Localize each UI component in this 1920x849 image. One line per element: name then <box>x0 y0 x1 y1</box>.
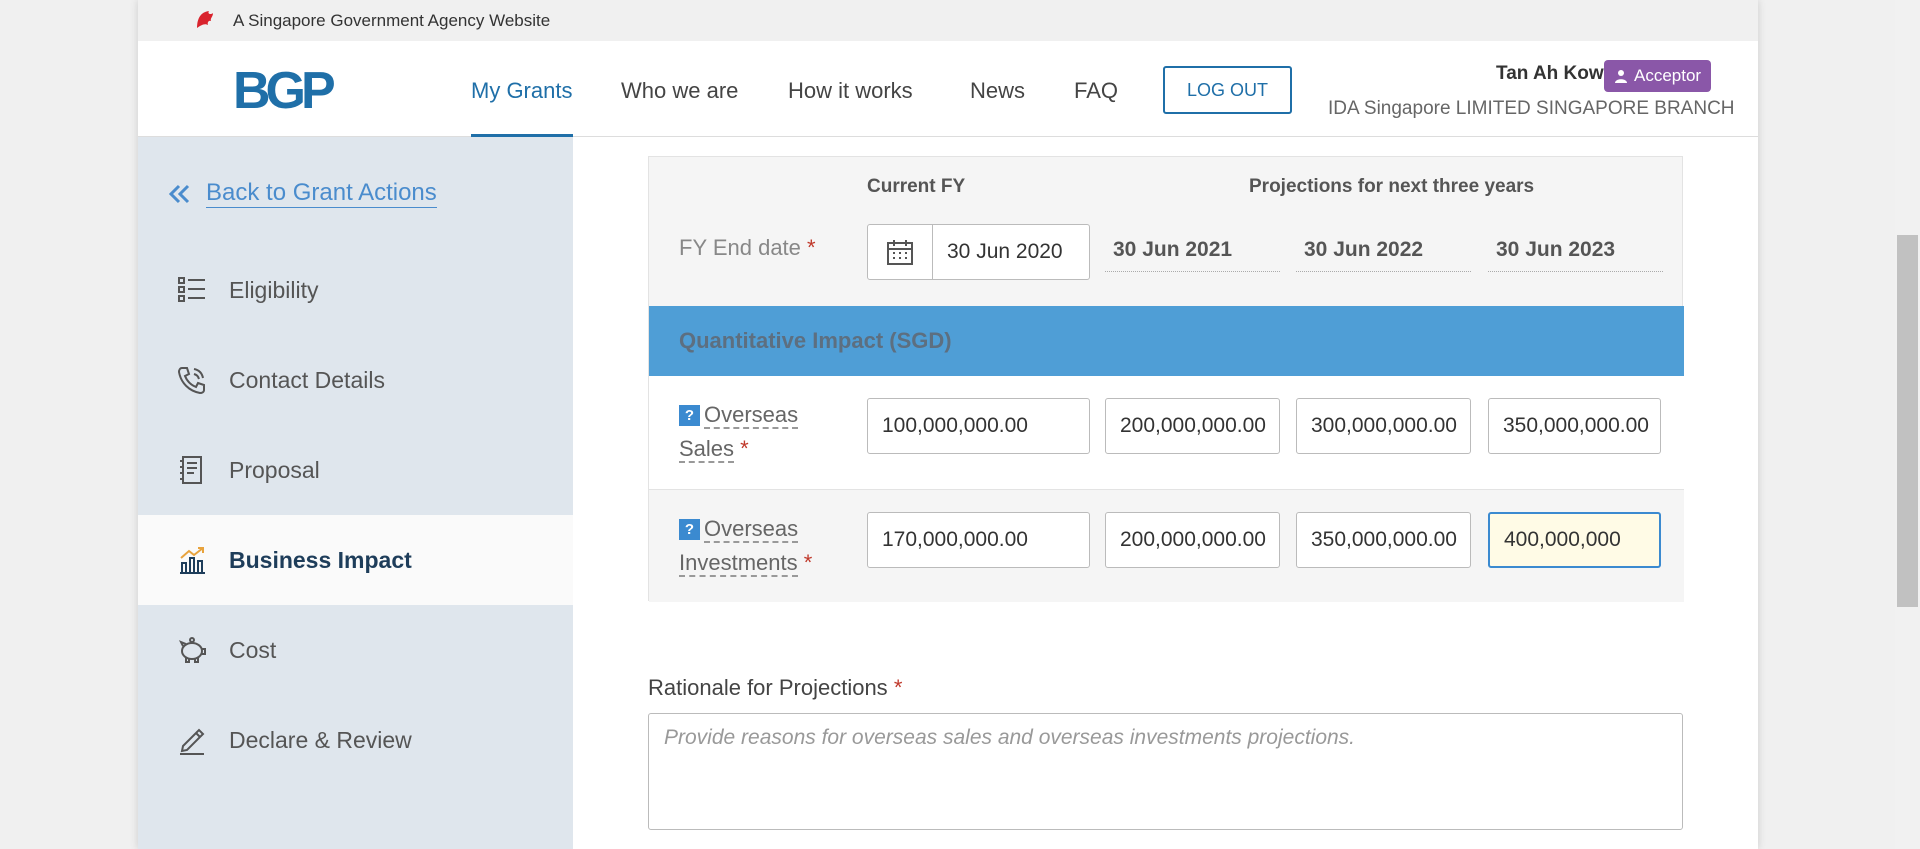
help-icon[interactable]: ? <box>679 405 700 426</box>
sidebar-item-label: Cost <box>229 636 277 663</box>
bgp-logo[interactable]: BGP <box>233 61 336 121</box>
sidebar-item-cost[interactable]: Cost <box>138 605 573 695</box>
fy-end-date-label: FY End date * <box>679 235 816 261</box>
role-label: Acceptor <box>1634 66 1702 85</box>
fy-end-date-picker[interactable]: 30 Jun 2020 <box>867 224 1090 280</box>
government-agency-text: A Singapore Government Agency Website <box>233 11 551 30</box>
fy-end-date-text: FY End date <box>679 235 801 260</box>
sidebar-item-contact-details[interactable]: Contact Details <box>138 335 573 425</box>
overseas-investments-current-fy-input[interactable]: 170,000,000.00 <box>867 512 1090 568</box>
overseas-sales-year-3-input[interactable]: 350,000,000.00 <box>1488 398 1661 454</box>
list-icon <box>176 274 208 306</box>
required-mark: * <box>803 550 813 575</box>
overseas-investments-year-2-input[interactable]: 350,000,000.00 <box>1296 512 1471 568</box>
double-chevron-left-icon <box>168 184 190 203</box>
required-mark: * <box>893 675 903 700</box>
row-label-line1: Overseas <box>704 402 799 429</box>
rationale-label: Rationale for Projections * <box>648 675 902 701</box>
overseas-sales-year-2-input[interactable]: 300,000,000.00 <box>1296 398 1471 454</box>
quantitative-impact-header: Quantitative Impact (SGD) <box>649 306 1684 376</box>
calendar-icon[interactable] <box>868 225 933 279</box>
required-mark: * <box>740 436 749 461</box>
sidebar-item-label: Declare & Review <box>229 726 412 753</box>
nav-faq[interactable]: FAQ <box>1074 78 1118 104</box>
rationale-label-text: Rationale for Projections <box>648 675 888 700</box>
scrollbar-thumb[interactable] <box>1897 235 1918 607</box>
overseas-investments-row: ? Overseas Investments * 170,000,000.00 2… <box>649 489 1684 602</box>
lion-head-icon <box>197 11 213 28</box>
business-impact-form: Current FY Projections for next three ye… <box>648 137 1684 849</box>
overseas-investments-year-3-input[interactable]: 400,000,000 <box>1488 512 1661 568</box>
sidebar-item-declare-review[interactable]: Declare & Review <box>138 695 573 785</box>
sidebar-item-business-impact[interactable]: Business Impact <box>138 515 573 605</box>
nav-who-we-are[interactable]: Who we are <box>621 78 738 104</box>
overseas-investments-label: ? Overseas Investments * <box>679 512 819 580</box>
row-label-line1: Overseas <box>704 516 799 543</box>
pen-icon <box>176 724 208 756</box>
piggy-bank-icon <box>176 634 208 666</box>
user-icon <box>1615 70 1627 83</box>
help-icon[interactable]: ? <box>679 519 700 540</box>
back-to-grant-actions-link[interactable]: Back to Grant Actions <box>168 179 437 208</box>
page: A Singapore Government Agency Website BG… <box>138 0 1758 849</box>
sidebar-item-label: Proposal <box>229 456 320 483</box>
nav-how-it-works[interactable]: How it works <box>788 78 913 104</box>
required-mark: * <box>807 235 816 260</box>
row-label-line2: Sales <box>679 436 735 463</box>
logout-button[interactable]: LOG OUT <box>1163 66 1292 114</box>
sidebar-item-proposal[interactable]: Proposal <box>138 425 573 515</box>
role-badge: Acceptor <box>1604 60 1712 92</box>
document-icon <box>176 454 208 486</box>
row-label-line2: Investments <box>679 550 798 577</box>
current-fy-header: Current FY <box>867 176 966 197</box>
phone-icon <box>176 364 208 396</box>
back-link-label: Back to Grant Actions <box>206 179 437 208</box>
government-masthead: A Singapore Government Agency Website <box>138 0 1758 41</box>
sidebar-item-eligibility[interactable]: Eligibility <box>138 245 573 335</box>
overseas-sales-label: ? Overseas Sales * <box>679 398 819 466</box>
current-fy-date-value: 30 Jun 2020 <box>947 240 1063 263</box>
sidebar: Back to Grant Actions Eligibility Contac… <box>138 137 573 849</box>
organisation-name: IDA Singapore LIMITED SINGAPORE BRANCH <box>1328 98 1735 119</box>
chart-icon <box>176 544 208 576</box>
projections-header: Projections for next three years <box>1249 176 1535 197</box>
overseas-sales-row: ? Overseas Sales * 100,000,000.00 200,000… <box>649 376 1684 489</box>
projection-date-year-2: 30 Jun 2022 <box>1296 238 1471 272</box>
user-name: Tan Ah Kow <box>1496 63 1604 84</box>
rationale-textarea[interactable]: Provide reasons for overseas sales and o… <box>648 713 1683 830</box>
sidebar-item-label: Eligibility <box>229 276 319 303</box>
overseas-sales-current-fy-input[interactable]: 100,000,000.00 <box>867 398 1090 454</box>
overseas-sales-year-1-input[interactable]: 200,000,000.00 <box>1105 398 1280 454</box>
overseas-investments-year-1-input[interactable]: 200,000,000.00 <box>1105 512 1280 568</box>
projections-table: Current FY Projections for next three ye… <box>648 156 1684 602</box>
sidebar-item-label: Business Impact <box>229 546 412 573</box>
nav-news[interactable]: News <box>970 78 1025 104</box>
nav-my-grants[interactable]: My Grants <box>471 78 572 104</box>
sidebar-item-label: Contact Details <box>229 366 385 393</box>
projection-date-year-3: 30 Jun 2023 <box>1488 238 1663 272</box>
top-navigation: BGP My Grants Who we are How it works Ne… <box>138 41 1758 137</box>
projection-date-year-1: 30 Jun 2021 <box>1105 238 1280 272</box>
